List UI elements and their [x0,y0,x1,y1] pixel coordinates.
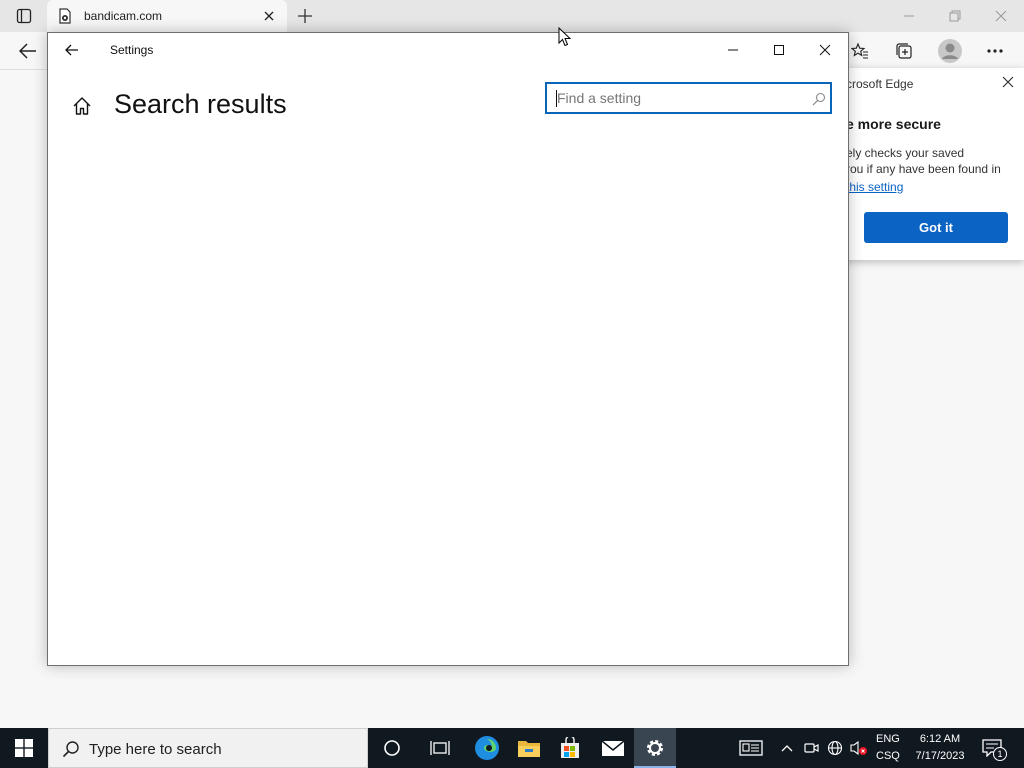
flyout-title: e more secure [846,116,941,132]
search-icon[interactable] [810,90,828,108]
mouse-pointer-icon [558,26,572,47]
file-explorer-icon[interactable] [508,728,550,768]
flyout-settings-link[interactable]: this setting [846,180,903,194]
browser-back-arrow-icon[interactable] [14,38,42,64]
flyout-close-icon[interactable] [998,72,1018,92]
windows-taskbar: Type here to search ENG CSQ 6:12 AM 7/17… [0,728,1024,768]
settings-gear-icon[interactable] [634,728,676,768]
browser-restore-icon[interactable] [943,4,967,28]
flyout-body-line: ely checks your saved [846,146,965,160]
edge-browser-icon[interactable] [466,728,508,768]
tab-strip: bandicam.com [0,0,1024,32]
browser-tab[interactable]: bandicam.com [47,0,287,32]
favorites-star-icon[interactable] [848,39,872,63]
settings-back-arrow-icon[interactable] [60,38,84,62]
profile-avatar-icon[interactable] [937,38,963,64]
settings-search-box[interactable] [545,82,832,114]
clock-time[interactable]: 6:12 AM [907,733,973,745]
chevron-up-icon[interactable] [777,738,797,758]
mail-icon[interactable] [592,728,634,768]
taskbar-search-box[interactable]: Type here to search [48,728,368,768]
microsoft-store-icon[interactable] [549,728,591,768]
got-it-button[interactable]: Got it [864,212,1008,243]
settings-maximize-icon[interactable] [767,38,791,62]
more-options-icon[interactable] [983,39,1007,63]
settings-window-title: Settings [110,43,154,57]
find-setting-input[interactable] [557,90,797,106]
bandicam-favicon-icon [57,8,73,24]
language-code[interactable]: ENG [876,733,900,745]
news-widget-icon[interactable] [739,736,763,760]
search-icon [61,739,81,759]
edge-notification-flyout: crosoft Edge e more secure ely checks yo… [832,68,1024,260]
tab-close-icon[interactable] [259,6,279,26]
tab-actions-icon[interactable] [10,4,38,28]
flyout-header: crosoft Edge [846,77,914,91]
tab-title: bandicam.com [84,9,163,23]
browser-minimize-icon[interactable] [897,4,921,28]
new-tab-plus-icon[interactable] [293,4,317,28]
cortana-icon[interactable] [371,728,413,768]
settings-minimize-icon[interactable] [721,38,745,62]
clock-date[interactable]: 7/17/2023 [907,750,973,762]
page-title: Search results [114,89,287,119]
flyout-body-line: rou if any have been found in [846,162,1001,176]
windows-start-icon[interactable] [0,728,48,768]
taskbar-search-placeholder: Type here to search [89,741,222,758]
settings-titlebar[interactable]: Settings [48,33,848,67]
keyboard-layout[interactable]: CSQ [876,750,900,762]
browser-close-icon[interactable] [989,4,1013,28]
collections-icon[interactable] [892,39,916,63]
notification-count-badge: 1 [993,747,1007,761]
volume-muted-icon[interactable] [849,738,869,758]
task-view-icon[interactable] [419,728,461,768]
settings-window: Settings Search results [47,32,849,666]
settings-close-icon[interactable] [813,38,837,62]
home-icon[interactable] [70,94,94,118]
meet-now-icon[interactable] [801,738,821,758]
network-globe-icon[interactable] [825,738,845,758]
